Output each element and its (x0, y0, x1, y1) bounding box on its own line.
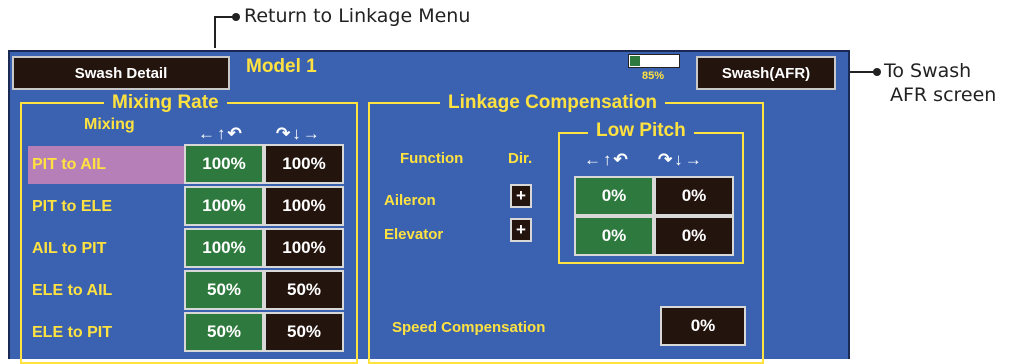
return-callout-line-v (214, 16, 216, 48)
return-callout-text: Return to Linkage Menu (244, 5, 471, 27)
swash-callout-text-2: AFR screen (890, 84, 997, 106)
linkage-row-label: Aileron (384, 192, 436, 209)
mixing-left-rate[interactable]: 50% (184, 312, 264, 352)
speed-compensation-label: Speed Compensation (392, 319, 546, 336)
return-callout-dot (232, 13, 240, 21)
swash-detail-button[interactable]: Swash Detail (12, 56, 230, 90)
mixing-right-rate[interactable]: 50% (264, 270, 344, 310)
mixing-left-rate[interactable]: 50% (184, 270, 264, 310)
speed-compensation-value[interactable]: 0% (660, 306, 746, 346)
lowpitch-left-direction-icons: ←↑↶ (584, 150, 630, 169)
mixing-left-direction-icons: ←↑↶ (198, 124, 244, 143)
direction-toggle[interactable]: + (510, 218, 532, 242)
mixing-right-direction-icons: ↷↓→ (276, 124, 322, 143)
mixing-right-rate[interactable]: 100% (264, 228, 344, 268)
lowpitch-right-direction-icons: ↷↓→ (658, 150, 704, 169)
mixing-right-rate[interactable]: 100% (264, 144, 344, 184)
mixing-row-label[interactable]: PIT to AIL (28, 146, 193, 184)
lowpitch-left-value[interactable]: 0% (574, 216, 654, 256)
transmitter-screen: Swash Detail Model 1 85% Swash(AFR) Mixi… (8, 50, 850, 364)
low-pitch-title: Low Pitch (588, 120, 694, 142)
mixing-row-label[interactable]: AIL to PIT (28, 230, 193, 268)
model-name: Model 1 (246, 56, 317, 77)
lowpitch-left-value[interactable]: 0% (574, 176, 654, 216)
lowpitch-right-value[interactable]: 0% (654, 216, 734, 256)
mixing-rate-title: Mixing Rate (104, 92, 227, 114)
swash-callout-dot (873, 68, 881, 76)
mixing-left-rate[interactable]: 100% (184, 144, 264, 184)
mixing-left-rate[interactable]: 100% (184, 186, 264, 226)
dir-header: Dir. (508, 150, 533, 167)
function-header: Function (400, 150, 464, 167)
mixing-row-label[interactable]: PIT to ELE (28, 188, 193, 226)
battery-percent: 85% (642, 70, 665, 82)
mixing-right-rate[interactable]: 100% (264, 186, 344, 226)
mixing-col-header: Mixing (84, 116, 135, 133)
return-callout-line-h (214, 16, 234, 18)
swash-callout-text-1: To Swash (884, 60, 972, 82)
mixing-row-label[interactable]: ELE to AIL (28, 272, 193, 310)
lowpitch-right-value[interactable]: 0% (654, 176, 734, 216)
mixing-right-rate[interactable]: 50% (264, 312, 344, 352)
mixing-left-rate[interactable]: 100% (184, 228, 264, 268)
linkage-compensation-title: Linkage Compensation (440, 92, 666, 114)
mixing-row-label[interactable]: ELE to PIT (28, 314, 193, 352)
linkage-row-label: Elevator (384, 226, 444, 243)
battery-icon (628, 54, 680, 68)
direction-toggle[interactable]: + (510, 184, 532, 208)
swash-afr-button[interactable]: Swash(AFR) (696, 56, 836, 90)
